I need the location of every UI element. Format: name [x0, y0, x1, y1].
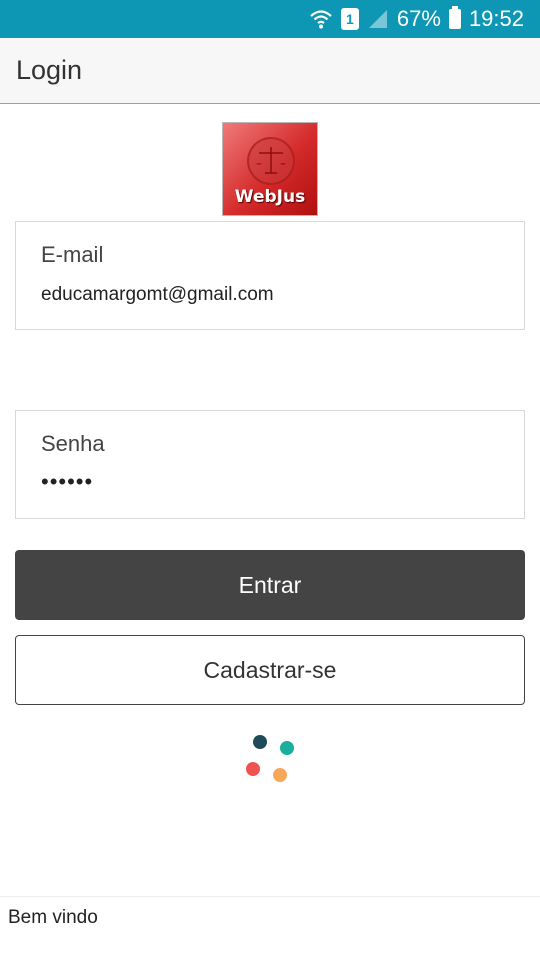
email-input[interactable]	[41, 284, 501, 306]
scales-of-justice-icon	[247, 137, 295, 185]
register-button[interactable]: Cadastrar-se	[15, 635, 525, 705]
login-button[interactable]: Entrar	[15, 550, 525, 620]
battery-percent: 67%	[396, 6, 441, 31]
spinner-dot	[253, 735, 267, 749]
page-title: Login	[16, 55, 83, 85]
footer: Bem vindo	[0, 896, 540, 960]
app-bar: Login	[0, 38, 540, 104]
email-label: E-mail	[41, 242, 104, 267]
signal-icon	[367, 8, 389, 30]
spinner-dot	[280, 741, 294, 755]
logo-text: WebJus	[234, 187, 306, 207]
app-logo: WebJus	[222, 122, 318, 216]
loading-spinner	[240, 730, 300, 790]
clock: 19:52	[468, 6, 524, 31]
status-bar: 1 67% 19:52	[0, 0, 540, 38]
sim-icon: 1	[340, 8, 359, 30]
welcome-text: Bem vindo	[8, 907, 98, 928]
login-screen: 1 67% 19:52 Login WebJus E-mail Senh	[0, 0, 540, 960]
spinner-dot	[273, 768, 287, 782]
password-input[interactable]: ••••••	[41, 469, 501, 495]
spinner-dot	[246, 762, 260, 776]
password-label: Senha	[41, 431, 105, 456]
password-field[interactable]: Senha ••••••	[15, 410, 525, 519]
battery-icon	[448, 6, 461, 29]
wifi-icon	[309, 8, 333, 30]
email-field[interactable]: E-mail	[15, 221, 525, 330]
